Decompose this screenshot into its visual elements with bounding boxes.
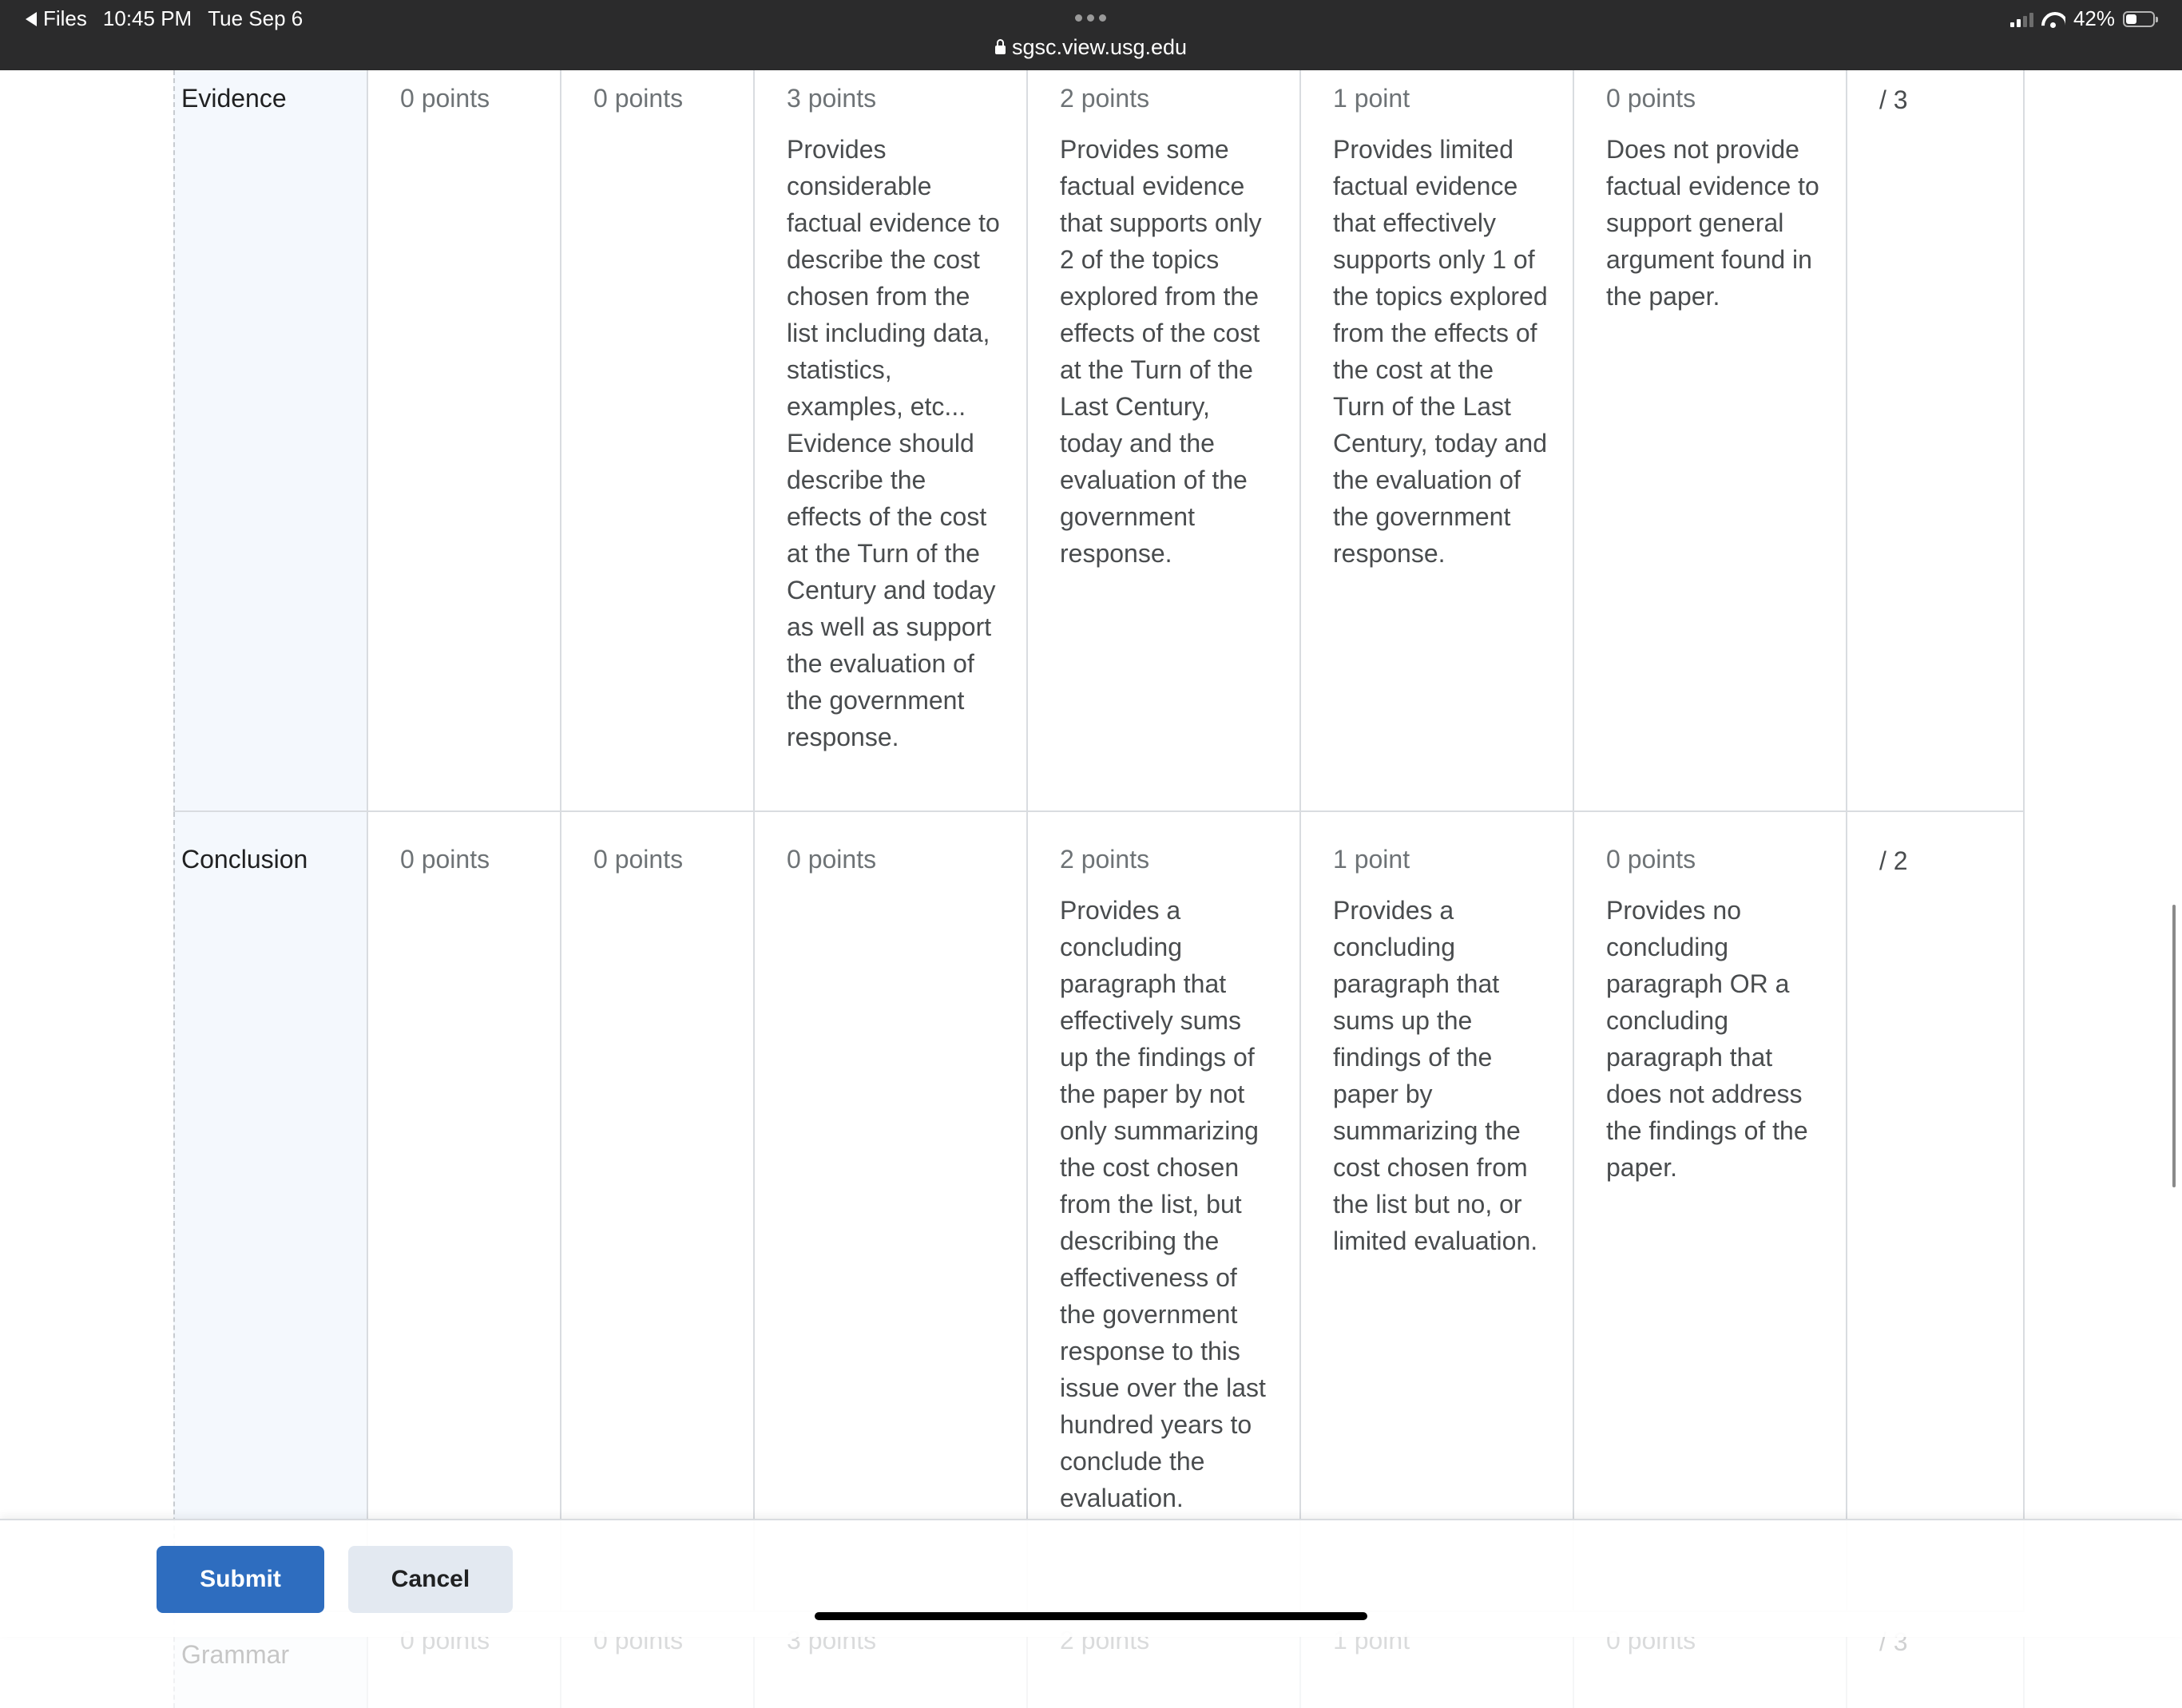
level-description: Provides a concluding paragraph that sum… [1333, 896, 1538, 1255]
rubric-level-cell[interactable]: 0 points [368, 812, 561, 1611]
battery-percent: 42% [2073, 6, 2115, 30]
rubric-level-cell[interactable]: 1 point Provides a concluding paragraph … [1301, 812, 1574, 1611]
rubric-level-cell[interactable]: 1 point Provides limited factual evidenc… [1301, 70, 1574, 810]
level-points: 0 points [400, 84, 490, 113]
rubric-level-cell[interactable]: 0 points Does not provide factual eviden… [1574, 70, 1847, 810]
battery-fill [2126, 14, 2136, 24]
rubric-level-cell[interactable]: 2 points Provides some factual evidence … [1028, 70, 1301, 810]
submit-button[interactable]: Submit [157, 1546, 324, 1613]
status-right: 42% [2009, 6, 2158, 31]
multitasking-dots-icon[interactable] [1075, 14, 1106, 22]
criterion-score[interactable]: / 2 [1847, 812, 2025, 1611]
level-points: 1 point [1333, 84, 1410, 113]
rubric-table: Evidence 0 points 0 points 3 points Prov… [173, 70, 2025, 1708]
rubric-level-cell[interactable]: 2 points Provides a concluding paragraph… [1028, 812, 1301, 1611]
back-arrow-icon [26, 11, 37, 26]
criterion-name: Conclusion [173, 812, 368, 1611]
level-points: 2 points [1060, 84, 1150, 113]
cancel-button[interactable]: Cancel [348, 1546, 513, 1613]
status-left: Files 10:45 PM Tue Sep 6 [26, 6, 303, 31]
rubric-row-evidence: Evidence 0 points 0 points 3 points Prov… [173, 70, 2025, 812]
level-description: Provides limited factual evidence that e… [1333, 135, 1548, 568]
status-bar: Files 10:45 PM Tue Sep 6 sgsc.view.usg.e… [0, 0, 2182, 70]
level-description: Provides no concluding paragraph OR a co… [1606, 896, 1808, 1182]
rubric-level-cell[interactable]: 0 points [561, 812, 755, 1611]
level-points: 0 points [593, 845, 684, 874]
url-text: sgsc.view.usg.edu [1011, 35, 1188, 59]
rubric-level-cell[interactable]: 0 points [368, 70, 561, 810]
page-scrollbar[interactable] [2172, 905, 2176, 1187]
level-points: 2 points [1060, 845, 1150, 874]
level-points: 0 points [787, 845, 877, 874]
level-points: 0 points [1606, 845, 1696, 874]
rubric-row-conclusion: Conclusion 0 points 0 points 0 points 2 … [173, 812, 2025, 1612]
rubric-level-cell[interactable]: 0 points Provides no concluding paragrap… [1574, 812, 1847, 1611]
level-points: 3 points [787, 84, 877, 113]
status-time: 10:45 PM [102, 6, 192, 30]
level-points: 0 points [593, 84, 684, 113]
level-points: 0 points [1606, 84, 1696, 113]
criterion-score[interactable]: / 3 [1847, 70, 2025, 810]
level-description: Provides a concluding paragraph that eff… [1060, 896, 1266, 1512]
level-points: 0 points [400, 845, 490, 874]
back-to-files-button[interactable]: Files [26, 6, 87, 31]
status-date: Tue Sep 6 [208, 6, 303, 30]
address-bar[interactable]: sgsc.view.usg.edu [0, 35, 2182, 60]
rubric-level-cell[interactable]: 3 points Provides considerable factual e… [755, 70, 1028, 810]
level-description: Does not provide factual evidence to sup… [1606, 135, 1819, 311]
rubric-level-cell[interactable]: 0 points [561, 70, 755, 810]
level-points: 1 point [1333, 845, 1410, 874]
cellular-signal-icon [2009, 11, 2033, 27]
lock-icon [994, 39, 1006, 54]
battery-icon [2123, 10, 2158, 27]
rubric-level-cell[interactable]: 0 points [755, 812, 1028, 1611]
wifi-icon [2041, 10, 2065, 28]
criterion-name: Evidence [173, 70, 368, 810]
home-indicator[interactable] [815, 1612, 1367, 1620]
level-description: Provides considerable factual evidence t… [787, 135, 1000, 751]
back-label: Files [43, 6, 87, 30]
level-description: Provides some factual evidence that supp… [1060, 135, 1262, 568]
